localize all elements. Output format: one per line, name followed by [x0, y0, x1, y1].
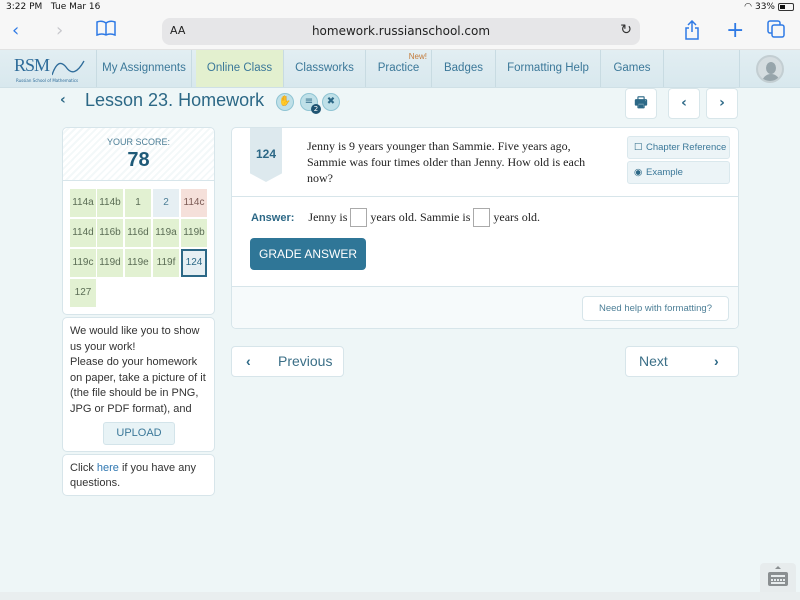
- problem-cell[interactable]: 114c: [181, 189, 207, 217]
- score-value: 78: [127, 149, 150, 171]
- nav-classworks[interactable]: Classworks: [284, 50, 366, 87]
- wifi-icon: ◠: [744, 2, 752, 12]
- question-text: Jenny is 9 years younger than Sammie. Fi…: [307, 139, 586, 185]
- divider: [232, 196, 738, 197]
- sammie-age-input[interactable]: [473, 208, 491, 227]
- score-label: YOUR SCORE:: [106, 137, 170, 147]
- back-icon[interactable]: ‹: [12, 20, 19, 42]
- nav-games[interactable]: Games: [601, 50, 664, 87]
- help-link[interactable]: here: [97, 462, 119, 474]
- battery-icon: [778, 3, 794, 11]
- eye-icon: ◉: [634, 167, 643, 178]
- formatting-help-button[interactable]: Need help with formatting?: [582, 296, 729, 321]
- question-number: 124: [250, 128, 282, 182]
- chevron-right-icon: ›: [714, 353, 719, 369]
- bookmarks-icon[interactable]: [96, 20, 116, 42]
- url-text[interactable]: homework.russianschool.com: [162, 24, 640, 38]
- help-panel: Click here if you have any questions.: [62, 454, 215, 496]
- nav-online-class[interactable]: Online Class: [196, 50, 284, 87]
- problem-cell[interactable]: 116d: [125, 219, 151, 247]
- tools-icon[interactable]: ✖: [322, 93, 340, 111]
- tabs-icon[interactable]: [767, 20, 785, 44]
- divider: [232, 286, 738, 287]
- next-button[interactable]: Next ›: [625, 346, 739, 377]
- print-button[interactable]: 🖶: [625, 88, 657, 119]
- status-time: 3:22 PM Tue Mar 16: [6, 2, 101, 12]
- new-tab-icon[interactable]: +: [726, 20, 744, 42]
- status-right: ◠ 33%: [744, 2, 794, 12]
- bookmark-icon: ☐: [634, 142, 643, 153]
- example-button[interactable]: ◉ Example: [627, 161, 730, 184]
- reload-icon[interactable]: ↻: [620, 22, 632, 38]
- problem-cell[interactable]: 119c: [70, 249, 96, 277]
- nav-spacer: [664, 50, 740, 87]
- answer-label: Answer:: [251, 211, 295, 224]
- problem-cell[interactable]: 1: [125, 189, 151, 217]
- prev-lesson-button[interactable]: ‹: [668, 88, 700, 119]
- help-text: Click here if you have any questions.: [70, 462, 196, 489]
- problem-cell[interactable]: 114a: [70, 189, 96, 217]
- problem-cell[interactable]: 119d: [97, 249, 123, 277]
- hand-icon[interactable]: ✋: [276, 93, 294, 111]
- previous-button[interactable]: ‹ Previous: [231, 346, 344, 377]
- chevron-left-icon: ‹: [246, 353, 251, 369]
- back-chevron-icon[interactable]: ‹: [60, 92, 66, 108]
- books-count-badge: 2: [311, 104, 321, 114]
- upload-instructions: We would like you to show us your work! …: [70, 325, 206, 415]
- address-bar[interactable]: AA homework.russianschool.com ↻: [162, 18, 640, 45]
- problem-cell[interactable]: 127: [70, 279, 96, 307]
- user-avatar[interactable]: [756, 55, 784, 83]
- upload-button[interactable]: UPLOAD: [103, 422, 175, 445]
- print-icon: 🖶: [634, 95, 648, 111]
- question-panel: 124 Jenny is 9 years younger than Sammie…: [231, 127, 739, 329]
- next-lesson-button[interactable]: ›: [706, 88, 738, 119]
- chevron-left-icon: ‹: [681, 95, 687, 111]
- books-icon[interactable]: ≡ 2: [300, 93, 321, 114]
- bottom-bar: [0, 592, 800, 600]
- nav-my-assignments[interactable]: My Assignments: [96, 50, 192, 87]
- new-badge: New!: [408, 52, 427, 61]
- chevron-right-icon: ›: [719, 95, 725, 111]
- problem-cell[interactable]: 114b: [97, 189, 123, 217]
- forward-icon[interactable]: ›: [56, 20, 63, 42]
- problem-cell[interactable]: 119b: [181, 219, 207, 247]
- nav-formatting-help[interactable]: Formatting Help: [496, 50, 601, 87]
- rsm-logo[interactable]: RSM Russian School of Mathematics: [14, 55, 94, 83]
- page-title: Lesson 23. Homework: [85, 90, 265, 110]
- problem-cell[interactable]: 116b: [97, 219, 123, 247]
- problem-cell[interactable]: 119e: [125, 249, 151, 277]
- nav-badges[interactable]: Badges: [432, 50, 496, 87]
- problem-cell[interactable]: 114d: [70, 219, 96, 247]
- answer-row: Answer: Jenny is years old. Sammie is ye…: [251, 208, 540, 227]
- chapter-reference-button[interactable]: ☐ Chapter Reference: [627, 136, 730, 159]
- browser-toolbar: ‹ › AA homework.russianschool.com ↻ +: [0, 14, 800, 50]
- problem-cell[interactable]: 2: [153, 189, 179, 217]
- keyboard-icon: [768, 566, 788, 586]
- grade-answer-button[interactable]: GRADE ANSWER: [250, 238, 366, 270]
- problem-cell[interactable]: 119a: [153, 219, 179, 247]
- score-header: YOUR SCORE: 78: [63, 128, 214, 181]
- share-icon[interactable]: [684, 19, 700, 46]
- status-bar: 3:22 PM Tue Mar 16 ◠ 33%: [0, 0, 800, 14]
- problem-cell-current[interactable]: 124: [181, 249, 207, 277]
- score-panel: YOUR SCORE: 78 114a 114b 1 2 114c 114d 1…: [62, 127, 215, 315]
- upload-panel: We would like you to show us your work! …: [62, 317, 215, 452]
- battery-percent: 33%: [754, 2, 775, 12]
- keyboard-toggle[interactable]: [760, 563, 796, 593]
- problem-cell[interactable]: 119f: [153, 249, 179, 277]
- nav-practice[interactable]: Practice New!: [366, 50, 432, 87]
- jenny-age-input[interactable]: [350, 208, 368, 227]
- site-nav: RSM Russian School of Mathematics My Ass…: [0, 50, 800, 88]
